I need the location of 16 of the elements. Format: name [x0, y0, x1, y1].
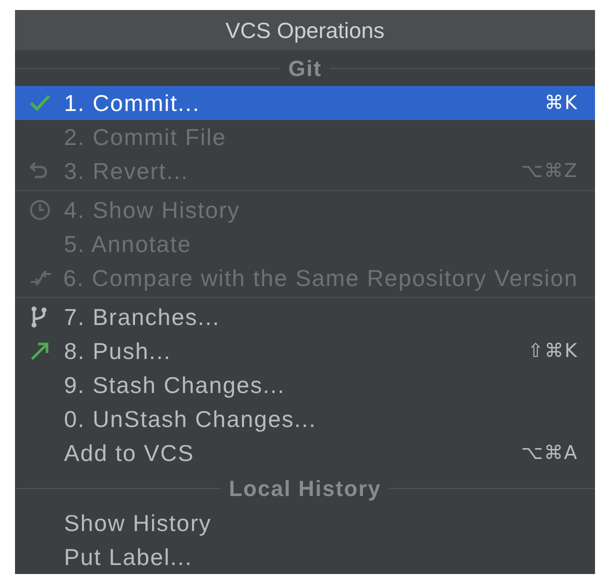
section-header: Git: [288, 54, 322, 82]
check-icon: [29, 94, 51, 112]
menu-item[interactable]: 9. Stash Changes...: [15, 368, 595, 402]
undo-icon: [29, 161, 49, 181]
menu-item[interactable]: 0. UnStash Changes...: [15, 402, 595, 436]
menu-item[interactable]: 7. Branches...: [15, 300, 595, 334]
clock-icon: [29, 199, 51, 221]
menu-item[interactable]: Show History: [15, 506, 595, 540]
menu-item[interactable]: 8. Push... ⇧⌘K: [15, 334, 595, 368]
arrow-icon: [29, 340, 51, 362]
popup-title: VCS Operations: [226, 16, 384, 45]
section-header: Local History: [228, 474, 382, 503]
menu-item[interactable]: Add to VCS ⌥⌘A: [15, 436, 595, 470]
branch-icon: [29, 305, 49, 329]
menu-item[interactable]: Put Label...: [15, 540, 595, 574]
menu-item[interactable]: 1. Commit... ⌘K: [15, 86, 595, 120]
